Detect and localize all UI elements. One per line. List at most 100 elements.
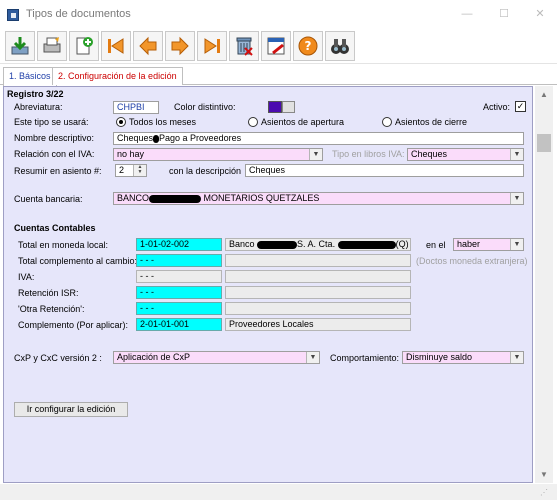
checkmark-icon: ✓ [516,101,525,111]
abbreviation-field[interactable]: CHPBI [113,101,159,114]
first-record-icon [105,35,127,57]
bank-account-prefix: BANCO [117,193,150,203]
iva-book-type-value: Cheques [411,149,448,159]
radio-todos-los-meses-label: Todos los meses [129,117,197,127]
minimize-icon[interactable]: — [460,7,474,21]
account-description [225,302,411,315]
tab-basicos[interactable]: 1. Básicos [3,67,57,86]
account-description: Banco S. A. Cta. (Q) [225,238,411,251]
export-button[interactable] [5,31,35,61]
help-icon: ? [297,35,319,57]
behavior-label: Comportamiento: [330,353,400,363]
tab-configuracion-edicion[interactable]: 2. Configuración de la edición [52,67,183,85]
account-label: Retención ISR: [18,288,79,298]
help-button[interactable]: ? [293,31,323,61]
iva-book-type-label: Tipo en libros IVA: [332,149,405,159]
summary-stepper[interactable]: 2 ▲ ▼ [115,164,147,177]
radio-asientos-apertura[interactable] [248,117,258,127]
description-prefix: Cheques [117,133,154,143]
app-icon [7,9,19,21]
configure-edition-button[interactable]: Ir configurar la edición [14,402,128,417]
last-record-icon [201,35,223,57]
radio-asientos-cierre[interactable] [382,117,392,127]
redacted-block [149,194,202,203]
svg-text:?: ? [305,39,312,53]
summary-description-field[interactable]: Cheques [245,164,524,177]
iva-relation-label: Relación con el IVA: [14,149,95,159]
radio-todos-los-meses[interactable] [116,117,126,127]
iva-relation-dropdown[interactable]: no hay ▼ [113,148,323,161]
account-code-field[interactable]: - - - [136,286,222,299]
active-checkbox[interactable]: ✓ [515,101,526,112]
maximize-icon[interactable]: ☐ [497,7,511,21]
account-label: IVA: [18,272,35,282]
behavior-dropdown[interactable]: Disminuye saldo ▼ [402,351,524,364]
cxp-value: Aplicación de CxP [117,352,191,362]
bank-account-dropdown[interactable]: BANCO MONETARIOS QUETZALES ▼ [113,192,524,205]
status-strip [0,484,557,500]
close-icon[interactable]: ✕ [533,7,547,21]
spinner-icon: ▲ ▼ [133,165,146,176]
last-record-button[interactable] [197,31,227,61]
radio-asientos-apertura-label: Asientos de apertura [261,117,345,127]
form-panel [3,86,533,483]
redacted-block [337,240,396,249]
account-desc-part: S. A. Cta. [297,239,336,249]
previous-record-icon [137,35,159,57]
new-document-icon [73,35,95,57]
delete-button[interactable] [229,31,259,61]
record-indicator: Registro 3/22 [7,89,64,99]
accounts-header: Cuentas Contables [14,223,96,233]
account-desc-part: Banco [229,239,255,249]
search-binoculars-icon [329,35,351,57]
usage-label: Este tipo se usará: [14,117,89,127]
print-button[interactable] [37,31,67,61]
print-icon [41,35,63,57]
account-code-field[interactable]: - - - [136,270,222,283]
description-field[interactable]: Cheques Pago a Proveedores [113,132,524,145]
chevron-down-icon: ▼ [510,149,523,160]
description-label: Nombre descriptivo: [14,133,95,143]
cxp-dropdown[interactable]: Aplicación de CxP ▼ [113,351,320,364]
cancel-edit-button[interactable] [261,31,291,61]
account-code-field[interactable]: 1-01-02-002 [136,238,222,251]
account-code-field[interactable]: - - - [136,302,222,315]
active-label: Activo: [483,102,511,112]
account-desc-part: (Q) [395,239,409,249]
chevron-down-icon: ▼ [510,352,523,363]
first-record-button[interactable] [101,31,131,61]
bank-account-label: Cuenta bancaria: [14,194,83,204]
account-label: 'Otra Retención': [18,304,85,314]
abbreviation-label: Abreviatura: [14,102,63,112]
account-label: Complemento (Por aplicar): [18,320,129,330]
summary-value: 2 [119,165,125,175]
delete-icon [233,35,255,57]
scroll-down-icon[interactable]: ▼ [539,470,549,480]
account-description [225,270,411,283]
scroll-up-icon[interactable]: ▲ [539,90,549,100]
color-swatch[interactable] [268,101,282,113]
foreign-currency-note: (Doctos moneda extranjera) [416,256,528,266]
export-icon [9,35,31,57]
chevron-down-icon: ▼ [309,149,322,160]
debit-credit-value: haber [457,239,481,249]
scrollbar-thumb[interactable] [537,134,551,152]
next-record-button[interactable] [165,31,195,61]
previous-record-button[interactable] [133,31,163,61]
iva-relation-value: no hay [117,149,145,159]
radio-asientos-cierre-label: Asientos de cierre [395,117,468,127]
cxp-label: CxP y CxC versión 2 : [14,353,102,363]
new-document-button[interactable] [69,31,99,61]
color-picker-button[interactable] [282,101,295,113]
summary-label: Resumir en asiento #: [14,166,102,176]
iva-book-type-dropdown[interactable]: Cheques ▼ [407,148,524,161]
search-button[interactable] [325,31,355,61]
account-description [225,254,411,267]
account-code-field[interactable]: - - - [136,254,222,267]
debit-credit-dropdown[interactable]: haber ▼ [453,238,524,251]
chevron-down-icon: ▼ [306,352,319,363]
resize-grip-icon[interactable]: ⋰ [540,488,552,498]
account-code-field[interactable]: 2-01-01-001 [136,318,222,331]
chevron-down-icon: ▼ [510,193,523,204]
color-label: Color distintivo: [174,102,236,112]
